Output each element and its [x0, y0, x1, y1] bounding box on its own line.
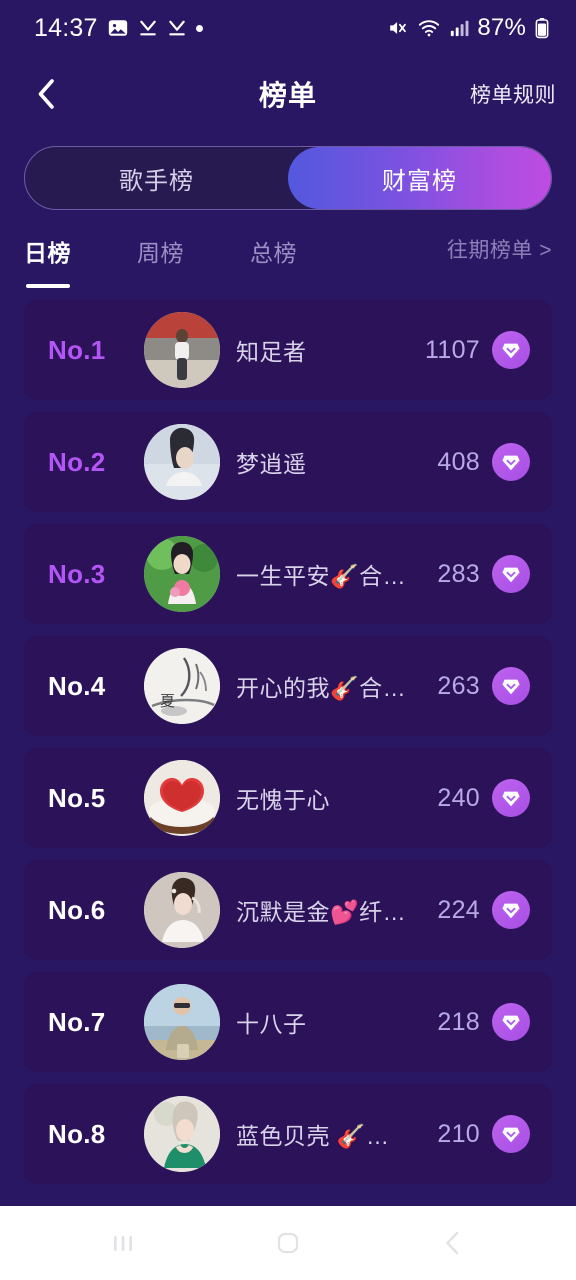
recents-button[interactable]	[78, 1215, 168, 1271]
table-row[interactable]: No.4 夏 开心的我🎸合… 263	[24, 636, 552, 736]
table-row[interactable]: No.5 无愧于心 240	[24, 748, 552, 848]
photo-icon	[107, 17, 129, 39]
segment-singer-rank[interactable]: 歌手榜	[25, 147, 288, 209]
score-value: 240	[437, 783, 480, 812]
status-time: 14:37	[34, 13, 98, 42]
table-row[interactable]: No.3 一生平安🎸合… 283	[24, 524, 552, 624]
table-row[interactable]: No.1 知足者 1107	[24, 300, 552, 400]
gem-icon[interactable]	[492, 1003, 530, 1041]
ranking-rules-link[interactable]: 榜单规则	[470, 79, 556, 109]
segment-wealth-rank[interactable]: 财富榜	[288, 147, 551, 209]
user-name: 蓝色贝壳 🎸…	[236, 1123, 390, 1149]
table-row[interactable]: No.6 沉默是金💕纤… 224	[24, 860, 552, 960]
rank-number: No.5	[48, 782, 106, 813]
gem-icon[interactable]	[492, 1115, 530, 1153]
chevron-left-icon	[38, 79, 54, 109]
tab-daily[interactable]: 日榜	[24, 234, 71, 288]
tab-weekly[interactable]: 周榜	[137, 234, 184, 280]
user-name: 一生平安🎸合…	[236, 563, 407, 589]
avatar[interactable]	[144, 536, 220, 612]
ranking-list: No.1 知足者 1107 No.2 梦逍遥 408 No.3 一生平安🎸合… …	[0, 286, 576, 1206]
home-button[interactable]	[243, 1215, 333, 1271]
ranking-screen: 14:37 87% 榜单 榜单规则 歌手榜 财富榜 日榜 周榜 总榜 往期榜单 …	[0, 0, 576, 1280]
user-name: 无愧于心	[236, 787, 330, 813]
avatar[interactable]	[144, 424, 220, 500]
avatar[interactable]	[144, 760, 220, 836]
rank-number: No.6	[48, 894, 106, 925]
avatar[interactable]	[144, 872, 220, 948]
avatar[interactable]	[144, 1096, 220, 1172]
status-bar-right: 87%	[387, 14, 550, 42]
gem-icon[interactable]	[492, 331, 530, 369]
rank-number: No.3	[48, 558, 106, 589]
status-bar: 14:37 87%	[0, 0, 576, 56]
gem-icon[interactable]	[492, 443, 530, 481]
score-value: 1107	[425, 335, 480, 364]
gem-icon[interactable]	[492, 667, 530, 705]
cellular-signal-icon	[449, 18, 469, 38]
user-name: 知足者	[236, 339, 307, 365]
score-value: 218	[437, 1007, 480, 1036]
mute-icon	[387, 17, 409, 39]
period-tabs: 日榜 周榜 总榜 往期榜单 >	[0, 210, 576, 288]
back-nav-button[interactable]	[408, 1215, 498, 1271]
user-name: 梦逍遥	[236, 451, 307, 477]
table-row[interactable]: No.8 蓝色贝壳 🎸… 210	[24, 1084, 552, 1184]
score-value: 408	[437, 447, 480, 476]
past-rankings-link[interactable]: 往期榜单 >	[447, 234, 552, 264]
wifi-icon	[417, 17, 441, 39]
recents-icon	[113, 1236, 132, 1251]
status-bar-left: 14:37	[34, 14, 203, 43]
user-name: 沉默是金💕纤…	[236, 899, 407, 925]
score-value: 263	[437, 671, 480, 700]
page-header: 榜单 榜单规则	[0, 56, 576, 132]
table-row[interactable]: No.2 梦逍遥 408	[24, 412, 552, 512]
tab-total[interactable]: 总榜	[250, 234, 297, 280]
avatar[interactable]	[144, 312, 220, 388]
user-name: 十八子	[236, 1011, 307, 1037]
score-value: 283	[437, 559, 480, 588]
user-name: 开心的我🎸合…	[236, 675, 407, 701]
table-row[interactable]: No.7 十八子 218	[24, 972, 552, 1072]
rank-number: No.1	[48, 334, 106, 365]
score-value: 210	[437, 1119, 480, 1148]
gem-icon[interactable]	[492, 555, 530, 593]
rank-number: No.7	[48, 1006, 106, 1037]
rank-number: No.2	[48, 446, 106, 477]
download-done-icon	[138, 18, 158, 38]
battery-icon	[534, 17, 550, 39]
score-value: 224	[437, 895, 480, 924]
avatar[interactable]	[144, 984, 220, 1060]
segmented-control-wrap: 歌手榜 财富榜	[0, 132, 576, 210]
home-icon	[277, 1232, 299, 1254]
segmented-control: 歌手榜 财富榜	[24, 146, 552, 210]
gem-icon[interactable]	[492, 779, 530, 817]
back-icon	[446, 1231, 459, 1255]
dot-indicator-icon	[195, 24, 203, 32]
back-button[interactable]	[20, 68, 72, 120]
avatar[interactable]: 夏	[144, 648, 220, 724]
battery-percent: 87%	[477, 14, 526, 41]
rank-number: No.8	[48, 1118, 106, 1149]
rank-number: No.4	[48, 670, 106, 701]
system-navigation-bar	[0, 1206, 576, 1280]
gem-icon[interactable]	[492, 891, 530, 929]
download-done-icon-2	[167, 18, 187, 38]
svg-text:夏: 夏	[160, 694, 175, 710]
